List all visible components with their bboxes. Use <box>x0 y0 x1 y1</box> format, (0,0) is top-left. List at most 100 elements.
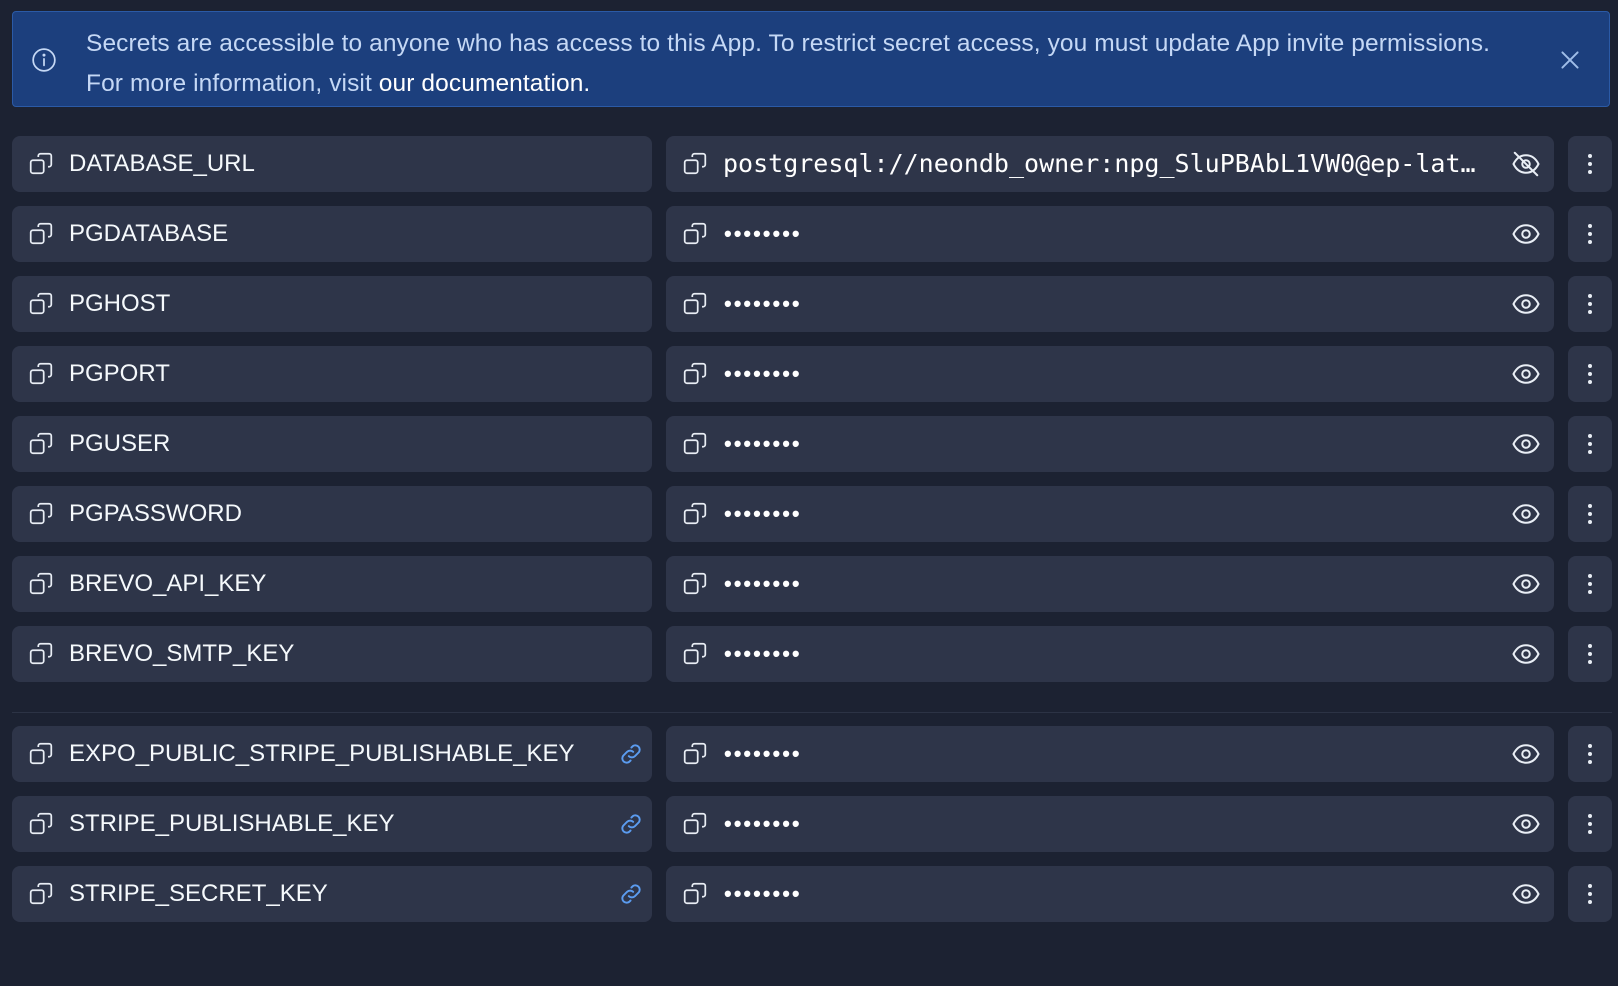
eye-icon[interactable] <box>1511 359 1541 389</box>
secret-row: PGUSER •••••••• <box>12 416 1612 472</box>
secret-key-field: PGPASSWORD <box>12 486 652 542</box>
secret-value: •••••••• <box>724 291 802 316</box>
copy-icon[interactable] <box>28 741 54 767</box>
eye-icon[interactable] <box>1511 639 1541 669</box>
secret-key-field: PGDATABASE <box>12 206 652 262</box>
copy-icon[interactable] <box>28 151 54 177</box>
copy-icon[interactable] <box>682 811 708 837</box>
banner-message: Secrets are accessible to anyone who has… <box>86 24 1490 104</box>
copy-icon[interactable] <box>28 431 54 457</box>
eye-icon[interactable] <box>1511 219 1541 249</box>
more-options-button[interactable] <box>1568 346 1612 402</box>
copy-icon[interactable] <box>682 221 708 247</box>
more-vertical-icon <box>1581 502 1599 526</box>
more-options-button[interactable] <box>1568 416 1612 472</box>
secret-value-field: •••••••• <box>666 626 1554 682</box>
secret-key-field: BREVO_SMTP_KEY <box>12 626 652 682</box>
more-options-button[interactable] <box>1568 796 1612 852</box>
secret-value-field: •••••••• <box>666 726 1554 782</box>
copy-icon[interactable] <box>682 501 708 527</box>
secret-key-label: BREVO_SMTP_KEY <box>69 640 295 667</box>
secret-key-label: PGDATABASE <box>69 220 229 247</box>
more-options-button[interactable] <box>1568 626 1612 682</box>
copy-icon[interactable] <box>682 291 708 317</box>
close-icon[interactable] <box>1557 47 1583 73</box>
link-icon[interactable] <box>618 741 644 767</box>
more-vertical-icon <box>1581 742 1599 766</box>
eye-icon[interactable] <box>1511 809 1541 839</box>
documentation-link[interactable]: our documentation. <box>379 70 591 97</box>
secret-row: BREVO_API_KEY •••••••• <box>12 556 1612 612</box>
copy-icon[interactable] <box>682 361 708 387</box>
copy-icon[interactable] <box>682 151 708 177</box>
copy-icon[interactable] <box>28 641 54 667</box>
secret-value: •••••••• <box>724 811 802 836</box>
eye-icon[interactable] <box>1511 739 1541 769</box>
link-icon[interactable] <box>618 811 644 837</box>
eye-icon[interactable] <box>1511 429 1541 459</box>
secret-row: DATABASE_URL postgresql://neondb_owner:np… <box>12 136 1612 192</box>
secret-row: EXPO_PUBLIC_STRIPE_PUBLISHABLE_KEY ••••••… <box>12 726 1612 782</box>
copy-icon[interactable] <box>682 741 708 767</box>
more-options-button[interactable] <box>1568 726 1612 782</box>
secret-value-field: •••••••• <box>666 416 1554 472</box>
banner-message-line1: Secrets are accessible to anyone who has… <box>86 30 1490 57</box>
more-options-button[interactable] <box>1568 556 1612 612</box>
secret-key-label: PGPORT <box>69 360 170 387</box>
secret-value: postgresql://neondb_owner:npg_SluPBAbL1V… <box>723 149 1476 178</box>
secrets-page: Secrets are accessible to anyone who has… <box>0 0 1618 986</box>
info-banner: Secrets are accessible to anyone who has… <box>12 11 1610 107</box>
more-options-button[interactable] <box>1568 486 1612 542</box>
copy-icon[interactable] <box>682 571 708 597</box>
copy-icon[interactable] <box>28 811 54 837</box>
secret-value-field: •••••••• <box>666 796 1554 852</box>
more-vertical-icon <box>1581 432 1599 456</box>
copy-icon[interactable] <box>28 571 54 597</box>
more-vertical-icon <box>1581 222 1599 246</box>
more-options-button[interactable] <box>1568 136 1612 192</box>
secret-value-field: •••••••• <box>666 486 1554 542</box>
secret-key-field: PGHOST <box>12 276 652 332</box>
more-vertical-icon <box>1581 812 1599 836</box>
secret-key-label: STRIPE_PUBLISHABLE_KEY <box>69 810 395 837</box>
secret-value: •••••••• <box>724 641 802 666</box>
link-icon[interactable] <box>618 881 644 907</box>
more-vertical-icon <box>1581 642 1599 666</box>
more-options-button[interactable] <box>1568 206 1612 262</box>
copy-icon[interactable] <box>682 431 708 457</box>
more-options-button[interactable] <box>1568 276 1612 332</box>
secret-key-label: EXPO_PUBLIC_STRIPE_PUBLISHABLE_KEY <box>69 740 575 767</box>
eye-icon[interactable] <box>1511 569 1541 599</box>
secret-row: STRIPE_PUBLISHABLE_KEY •••••••• <box>12 796 1612 852</box>
secret-key-label: BREVO_API_KEY <box>69 570 267 597</box>
secret-key-field: STRIPE_PUBLISHABLE_KEY <box>12 796 652 852</box>
copy-icon[interactable] <box>28 501 54 527</box>
secret-key-field: BREVO_API_KEY <box>12 556 652 612</box>
secret-value-field: •••••••• <box>666 276 1554 332</box>
secret-key-field: EXPO_PUBLIC_STRIPE_PUBLISHABLE_KEY <box>12 726 652 782</box>
secret-key-field: PGUSER <box>12 416 652 472</box>
secret-value: •••••••• <box>724 501 802 526</box>
secret-row: STRIPE_SECRET_KEY •••••••• <box>12 866 1612 922</box>
eye-icon[interactable] <box>1511 499 1541 529</box>
banner-message-prefix: For more information, visit <box>86 70 379 97</box>
secret-value-field: •••••••• <box>666 206 1554 262</box>
secret-value: •••••••• <box>724 881 802 906</box>
eye-off-icon[interactable] <box>1511 149 1541 179</box>
secret-key-label: PGHOST <box>69 290 171 317</box>
copy-icon[interactable] <box>682 881 708 907</box>
copy-icon[interactable] <box>28 221 54 247</box>
secret-key-label: PGUSER <box>69 430 171 457</box>
eye-icon[interactable] <box>1511 289 1541 319</box>
more-options-button[interactable] <box>1568 866 1612 922</box>
copy-icon[interactable] <box>682 641 708 667</box>
secret-value: •••••••• <box>724 221 802 246</box>
secret-row: PGHOST •••••••• <box>12 276 1612 332</box>
info-icon <box>32 48 56 72</box>
eye-icon[interactable] <box>1511 879 1541 909</box>
copy-icon[interactable] <box>28 361 54 387</box>
copy-icon[interactable] <box>28 881 54 907</box>
copy-icon[interactable] <box>28 291 54 317</box>
secret-value-field: •••••••• <box>666 556 1554 612</box>
banner-message-line2: For more information, visit our document… <box>86 64 1490 104</box>
